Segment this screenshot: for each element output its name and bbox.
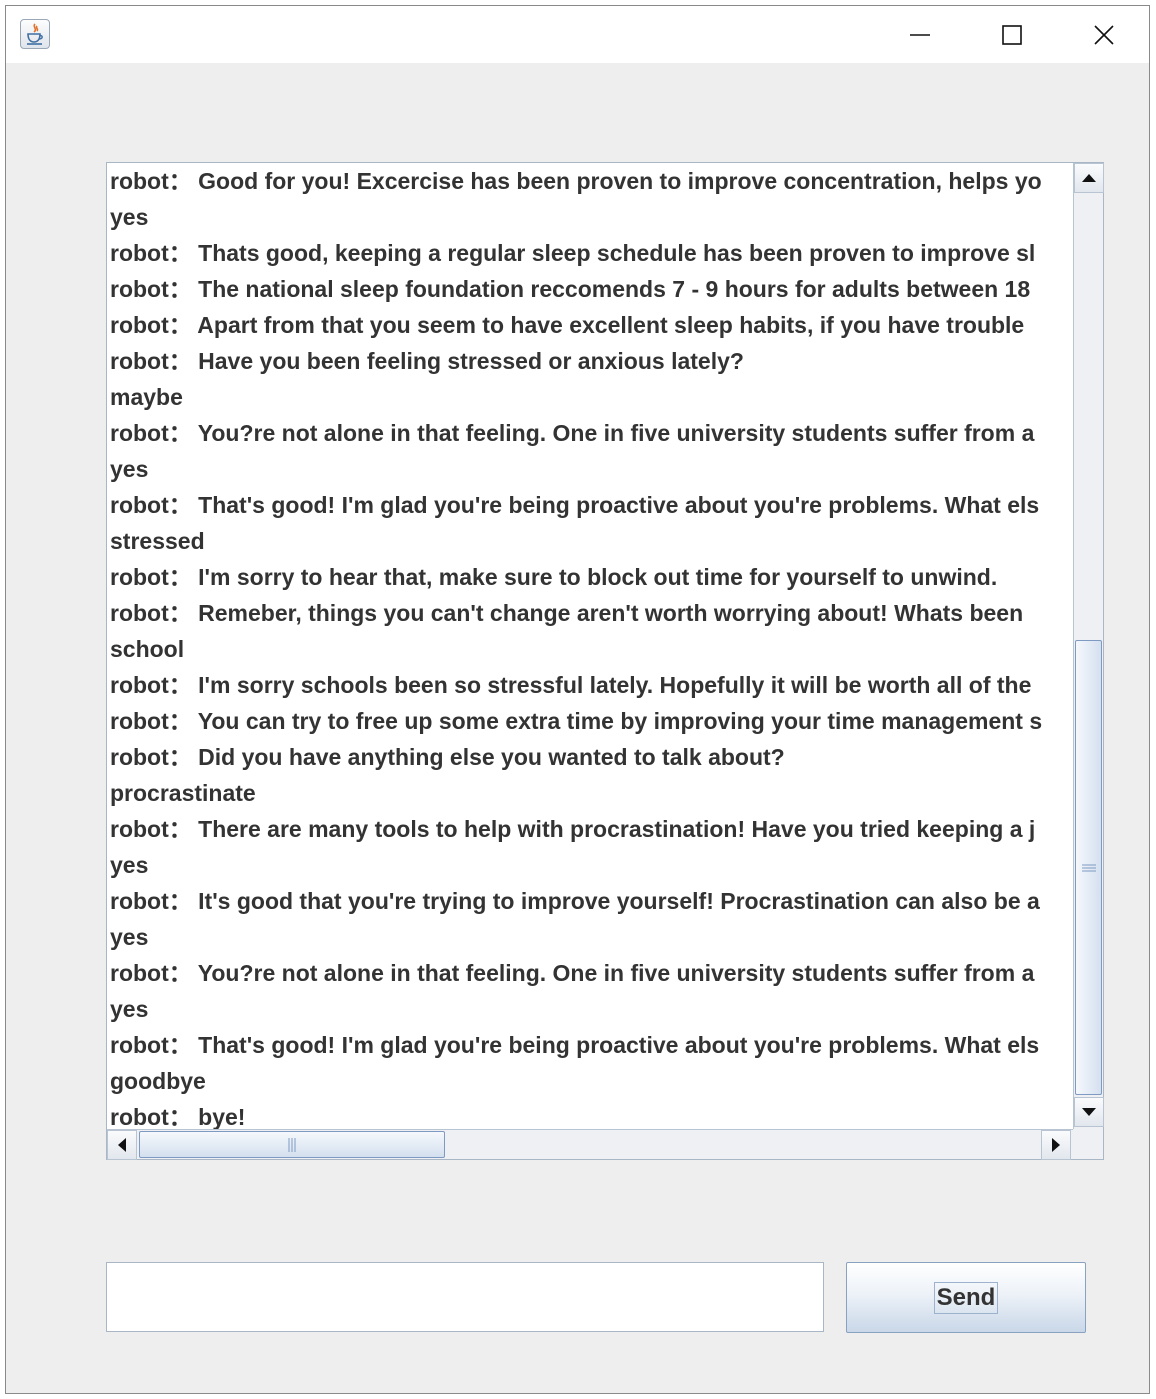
- chat-message: robot： Have you been feeling stressed or…: [110, 348, 744, 374]
- scroll-left-button[interactable]: [107, 1130, 137, 1160]
- chat-message: robot： Remeber, things you can't change …: [110, 600, 1024, 626]
- scroll-corner: [1073, 1129, 1103, 1159]
- chat-message: robot： The national sleep foundation rec…: [110, 276, 1031, 302]
- horizontal-scroll-thumb[interactable]: [139, 1131, 445, 1158]
- vertical-scroll-thumb[interactable]: [1075, 640, 1102, 1095]
- send-button-label: Send: [933, 1281, 999, 1314]
- chat-message: robot： Apart from that you seem to have …: [110, 312, 1025, 338]
- maximize-button[interactable]: [966, 6, 1058, 63]
- chat-message: robot： There are many tools to help with…: [110, 816, 1036, 842]
- chat-message: school: [110, 636, 185, 662]
- chat-message: yes: [110, 996, 149, 1022]
- arrow-up-icon: [1082, 174, 1096, 182]
- grip-icon: [1081, 864, 1096, 871]
- title-bar[interactable]: [6, 6, 1149, 63]
- chat-message: robot： I'm sorry to hear that, make sure…: [110, 564, 998, 590]
- chat-message: robot： Thats good, keeping a regular sle…: [110, 240, 1036, 266]
- chat-message: robot： It's good that you're trying to i…: [110, 888, 1040, 914]
- chat-message: robot： You?re not alone in that feeling.…: [110, 420, 1035, 446]
- grip-icon: [288, 1137, 296, 1152]
- chat-message: robot： That's good! I'm glad you're bein…: [110, 492, 1040, 518]
- vertical-scrollbar[interactable]: [1073, 163, 1104, 1129]
- horizontal-scrollbar[interactable]: [107, 1129, 1073, 1160]
- chat-message: procrastinate: [110, 780, 256, 806]
- scroll-right-button[interactable]: [1041, 1130, 1071, 1160]
- minimize-button[interactable]: [874, 6, 966, 63]
- arrow-down-icon: [1082, 1108, 1096, 1116]
- arrow-right-icon: [1052, 1138, 1060, 1152]
- chat-message: maybe: [110, 384, 183, 410]
- chat-log[interactable]: robot： Good for you! Excercise has been …: [107, 163, 1073, 1129]
- message-input[interactable]: [106, 1262, 824, 1332]
- chat-message: yes: [110, 852, 149, 878]
- chat-message: yes: [110, 204, 149, 230]
- chat-log-scrollpane[interactable]: robot： Good for you! Excercise has been …: [106, 162, 1104, 1160]
- chat-message: robot： Did you have anything else you wa…: [110, 744, 785, 770]
- chat-message: robot： I'm sorry schools been so stressf…: [110, 672, 1032, 698]
- chat-message: yes: [110, 456, 149, 482]
- chat-message: goodbye: [110, 1068, 206, 1094]
- chat-message: stressed: [110, 528, 205, 554]
- chat-log-list: robot： Good for you! Excercise has been …: [107, 163, 1073, 1129]
- chat-message: yes: [110, 924, 149, 950]
- chat-message: robot： bye!: [110, 1104, 246, 1129]
- maximize-icon: [1002, 24, 1022, 45]
- chat-message: robot： You?re not alone in that feeling.…: [110, 960, 1035, 986]
- close-icon: [1094, 24, 1114, 45]
- chat-message: robot： You can try to free up some extra…: [110, 708, 1043, 734]
- chat-window: robot： Good for you! Excercise has been …: [5, 5, 1150, 1394]
- scroll-down-button[interactable]: [1074, 1097, 1104, 1127]
- send-button[interactable]: Send: [846, 1262, 1086, 1333]
- close-button[interactable]: [1058, 6, 1150, 63]
- minimize-icon: [910, 33, 930, 36]
- scroll-up-button[interactable]: [1074, 163, 1104, 193]
- chat-message: robot： That's good! I'm glad you're bein…: [110, 1032, 1040, 1058]
- java-icon: [20, 19, 50, 49]
- arrow-left-icon: [118, 1138, 126, 1152]
- chat-message: robot： Good for you! Excercise has been …: [110, 168, 1042, 194]
